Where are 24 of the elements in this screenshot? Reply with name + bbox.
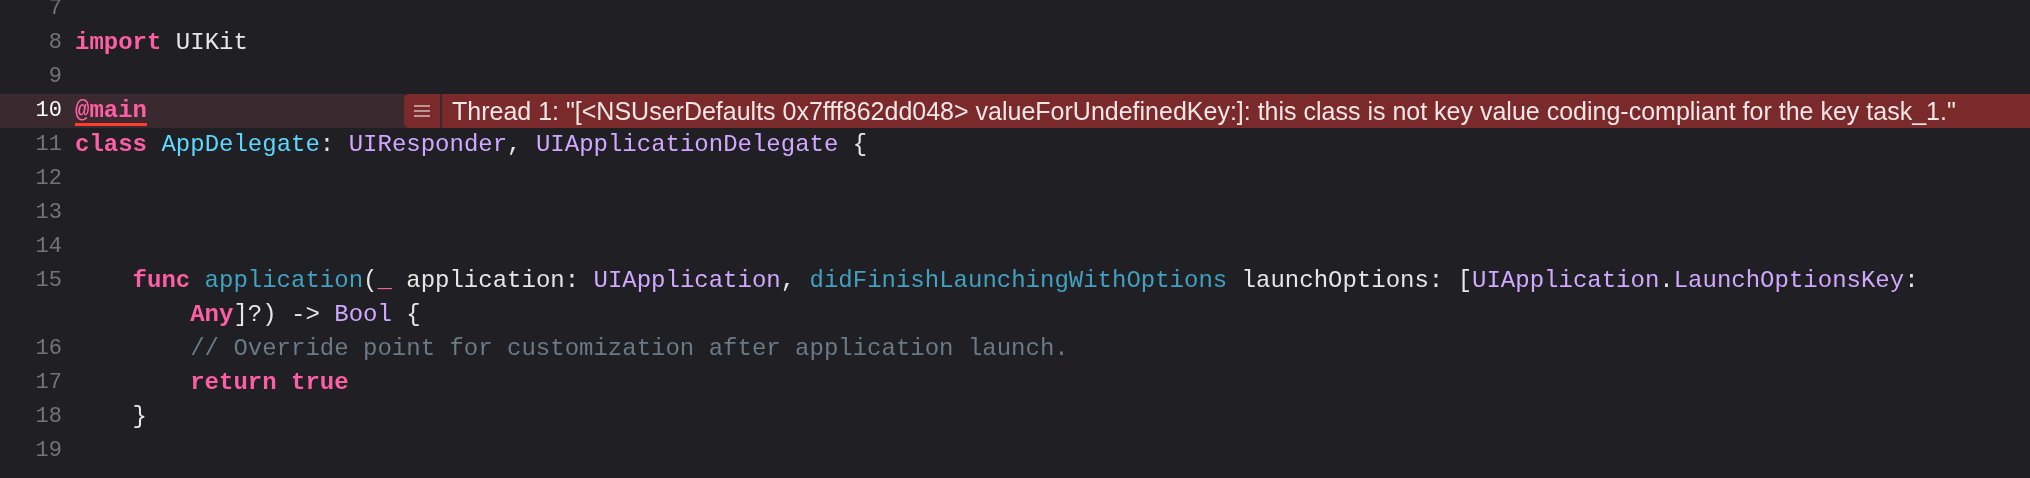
line-number: 11 (34, 131, 62, 159)
code-line: Any]?) -> Bool { (189, 300, 421, 330)
line-number: 12 (34, 165, 62, 193)
code-line: func application(_ application: UIApplication, didFinishLaunchingWithOptions launchOptions: [UIApplication.LaunchOptionsKey: (131, 266, 1919, 296)
code-line: @main (75, 96, 147, 126)
line-number: 15 (34, 267, 62, 295)
code-line: return true (189, 368, 349, 398)
code-line: // Override point for customization after application launch. (189, 334, 1069, 364)
error-message: Thread 1: "[<NSUserDefaults 0x7fff862dd048> valueForUndefinedKey:]: this class is not key value coding-compliant for the key task_1." (442, 94, 2030, 128)
line-number: 19 (34, 437, 62, 465)
issue-list-button[interactable] (404, 94, 440, 128)
line-number: 16 (34, 335, 62, 363)
line-number: 10 (34, 97, 62, 125)
code-line: } (131, 402, 147, 432)
line-number: 8 (47, 29, 62, 57)
line-number: 9 (47, 63, 62, 91)
menu-icon (414, 105, 430, 117)
line-number: 13 (34, 199, 62, 227)
code-line: class AppDelegate: UIResponder, UIApplicationDelegate { (75, 130, 868, 160)
line-number: 17 (34, 369, 62, 397)
code-line: import UIKit (75, 28, 248, 58)
line-number: 14 (34, 233, 62, 261)
line-number: 7 (47, 0, 62, 23)
line-number: 18 (34, 403, 62, 431)
